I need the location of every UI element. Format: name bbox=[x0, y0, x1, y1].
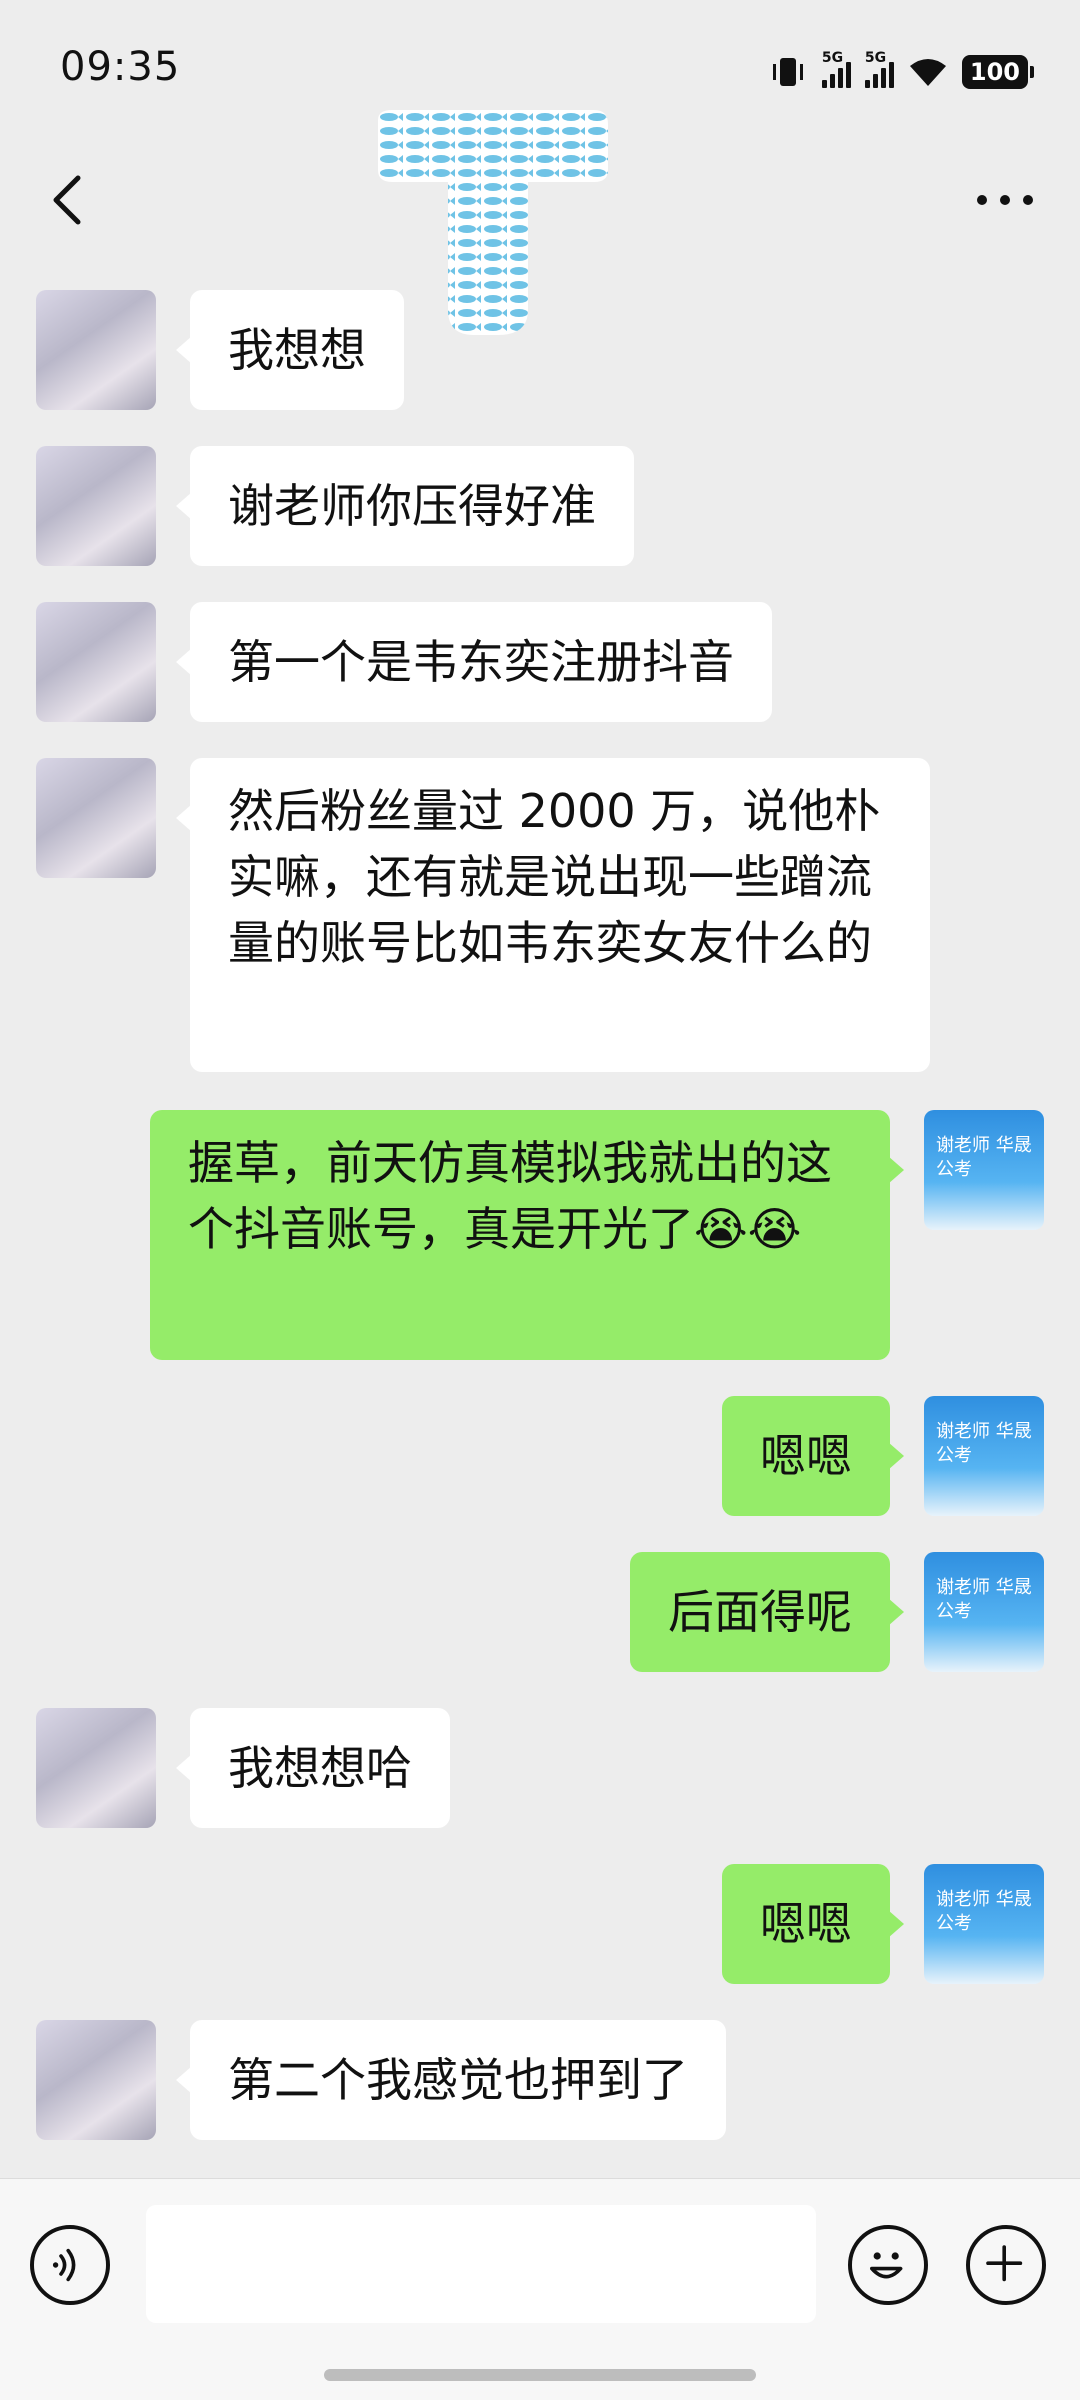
message-bubble[interactable]: 第一个是韦东奕注册抖音 bbox=[176, 602, 772, 722]
message-text: 第二个我感觉也押到了 bbox=[228, 2053, 688, 2107]
avatar-text: 谢老师 华晟公考 bbox=[936, 1421, 1032, 1466]
message-text: 然后粉丝量过 2000 万，说他朴实嘛，还有就是说出现一些蹭流量的账号比如韦东奕… bbox=[228, 784, 881, 970]
avatar-text: 谢老师 华晟公考 bbox=[936, 1577, 1032, 1622]
home-indicator[interactable] bbox=[324, 2369, 756, 2381]
message-text: 握草，前天仿真模拟我就出的这个抖音账号，真是开光了😭😭 bbox=[188, 1136, 832, 1256]
network-label: 5G bbox=[821, 50, 844, 66]
input-bar bbox=[0, 2178, 1080, 2400]
avatar-text: 谢老师 华晟公考 bbox=[936, 1135, 1032, 1180]
network-label: 5G bbox=[864, 50, 887, 66]
message-bubble[interactable]: 我想想 bbox=[176, 290, 404, 410]
avatar[interactable] bbox=[36, 758, 156, 878]
message-text: 我想想 bbox=[228, 323, 366, 377]
status-icons: 5G 5G 100 bbox=[768, 50, 1035, 92]
voice-icon[interactable] bbox=[30, 2225, 110, 2305]
message-text: 后面得呢 bbox=[668, 1585, 852, 1639]
message-bubble[interactable]: 谢老师你压得好准 bbox=[176, 446, 634, 566]
battery-icon: 100 bbox=[961, 55, 1035, 89]
message-bubble[interactable]: 我想想哈 bbox=[176, 1708, 450, 1828]
avatar[interactable] bbox=[36, 1708, 156, 1828]
avatar[interactable]: 谢老师 华晟公考 bbox=[924, 1552, 1044, 1672]
message-bubble[interactable]: 握草，前天仿真模拟我就出的这个抖音账号，真是开光了😭😭 bbox=[150, 1110, 904, 1360]
vibrate-icon bbox=[772, 58, 803, 86]
wifi-icon bbox=[909, 59, 946, 86]
message-text: 嗯嗯 bbox=[760, 1429, 852, 1483]
avatar[interactable]: 谢老师 华晟公考 bbox=[924, 1864, 1044, 1984]
message-bubble[interactable]: 然后粉丝量过 2000 万，说他朴实嘛，还有就是说出现一些蹭流量的账号比如韦东奕… bbox=[176, 758, 930, 1072]
chevron-left-icon[interactable] bbox=[40, 170, 100, 230]
status-time: 09:35 bbox=[60, 44, 181, 90]
obscured-contact-title bbox=[378, 110, 608, 335]
message-text: 第一个是韦东奕注册抖音 bbox=[228, 635, 734, 689]
signal-icon: 5G bbox=[864, 50, 894, 88]
avatar[interactable] bbox=[36, 2020, 156, 2140]
more-horizontal-icon[interactable] bbox=[970, 170, 1040, 230]
avatar[interactable]: 谢老师 华晟公考 bbox=[924, 1110, 1044, 1230]
message-bubble[interactable]: 第二个我感觉也押到了 bbox=[176, 2020, 726, 2140]
message-bubble[interactable]: 嗯嗯 bbox=[722, 1864, 904, 1984]
message-text: 嗯嗯 bbox=[760, 1897, 852, 1951]
plus-icon[interactable] bbox=[966, 2225, 1046, 2305]
message-bubble[interactable]: 后面得呢 bbox=[630, 1552, 904, 1672]
avatar[interactable] bbox=[36, 602, 156, 722]
signal-icon: 5G bbox=[821, 50, 851, 88]
emoji-icon[interactable] bbox=[848, 2225, 928, 2305]
message-input[interactable] bbox=[146, 2205, 816, 2323]
message-bubble[interactable]: 嗯嗯 bbox=[722, 1396, 904, 1516]
avatar[interactable] bbox=[36, 290, 156, 410]
avatar[interactable]: 谢老师 华晟公考 bbox=[924, 1396, 1044, 1516]
avatar-text: 谢老师 华晟公考 bbox=[936, 1889, 1032, 1934]
message-text: 谢老师你压得好准 bbox=[228, 479, 596, 533]
message-text: 我想想哈 bbox=[228, 1741, 412, 1795]
avatar[interactable] bbox=[36, 446, 156, 566]
